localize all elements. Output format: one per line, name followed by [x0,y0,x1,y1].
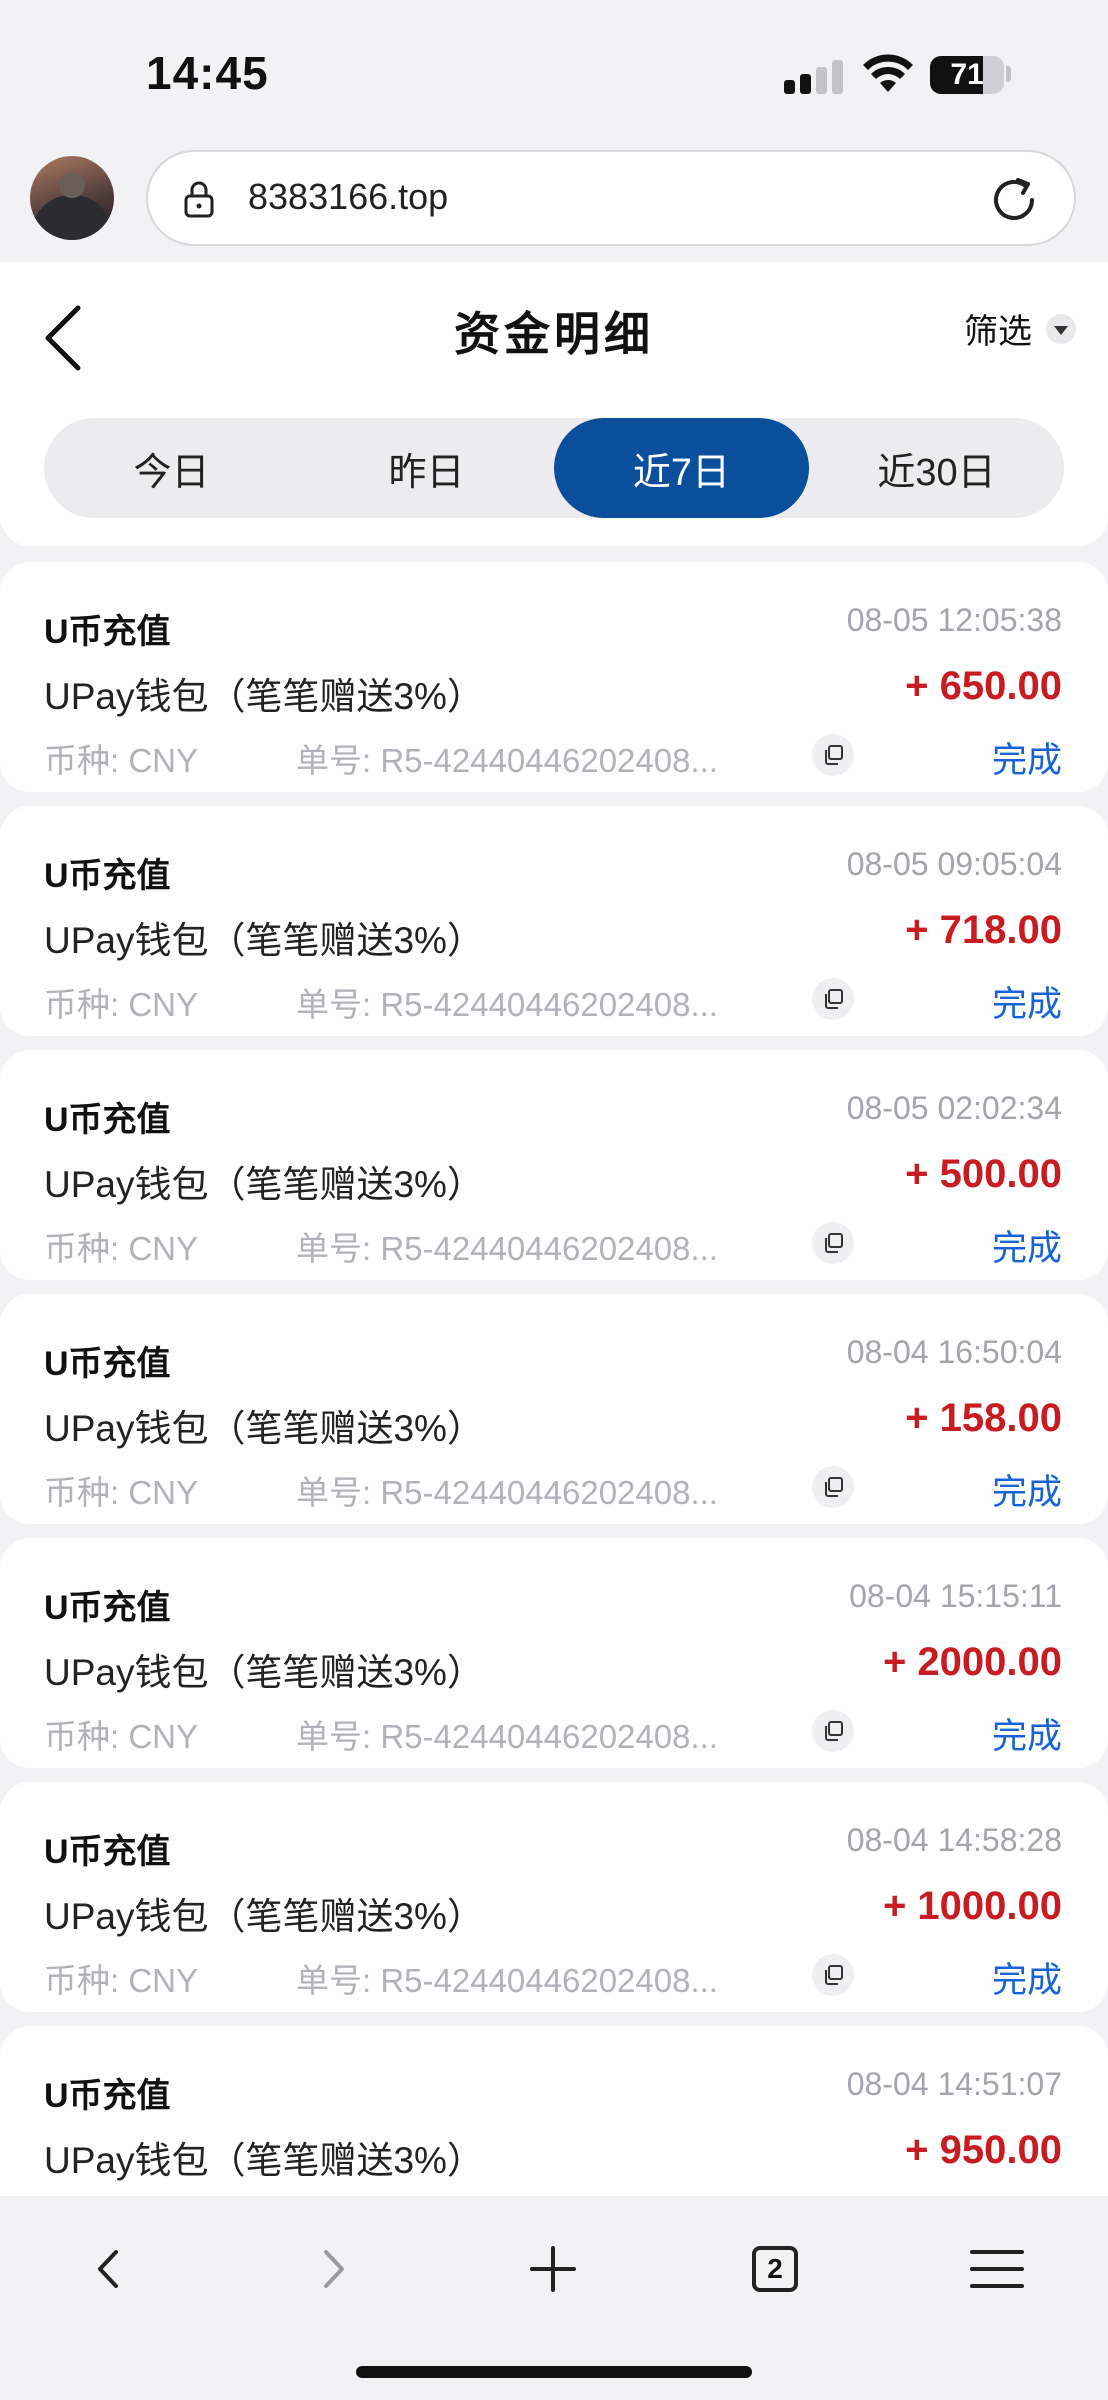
date-range-tabs: 今日 昨日 近7日 近30日 [44,418,1064,518]
tab-count: 2 [767,2253,783,2284]
copy-icon[interactable] [812,1222,854,1264]
record-time: 08-04 16:50:04 [846,1334,1062,1370]
record-time: 08-04 15:15:11 [849,1578,1062,1614]
record-amount: + 158.00 [905,1396,1062,1440]
battery-icon: 71 [930,56,1004,94]
record-currency: 币种: CNY [44,986,199,1023]
status-bar: 14:45 71 [0,0,1108,140]
list-item[interactable]: U币充值 08-05 12:05:38 UPay钱包（笔笔赠送3%） + 650… [0,562,1108,792]
battery-level: 71 [950,58,984,91]
record-order-number: 单号: R5-42440446202408... [296,1718,718,1755]
record-currency: 币种: CNY [44,742,199,779]
list-item[interactable]: U币充值 08-05 02:02:34 UPay钱包（笔笔赠送3%） + 500… [0,1050,1108,1280]
record-method: UPay钱包（笔笔赠送3%） [44,2140,484,2181]
record-title: U币充值 [44,1101,171,1139]
copy-icon[interactable] [812,1710,854,1752]
list-item[interactable]: U币充值 08-04 16:50:04 UPay钱包（笔笔赠送3%） + 158… [0,1294,1108,1524]
record-amount: + 718.00 [905,908,1062,952]
record-method: UPay钱包（笔笔赠送3%） [44,1652,484,1693]
record-title: U币充值 [44,1589,171,1627]
record-title: U币充值 [44,613,171,651]
record-amount: + 650.00 [905,664,1062,708]
browser-forward-icon[interactable] [298,2234,368,2304]
url-text: 8383166.top [248,176,449,217]
copy-icon[interactable] [812,978,854,1020]
tab-last-7-days[interactable]: 近7日 [554,418,809,518]
record-order-number: 单号: R5-42440446202408... [296,986,718,1023]
new-tab-plus-icon[interactable] [518,2234,588,2304]
record-amount: + 2000.00 [882,1640,1062,1684]
menu-icon[interactable] [962,2234,1032,2304]
record-currency: 币种: CNY [44,1474,199,1511]
record-status: 完成 [991,1229,1062,1268]
record-status: 完成 [991,741,1062,780]
record-time: 08-05 12:05:38 [846,602,1062,638]
copy-icon[interactable] [812,734,854,776]
record-currency: 币种: CNY [44,1962,199,1999]
record-title: U币充值 [44,857,171,895]
tab-today[interactable]: 今日 [44,418,299,518]
list-item[interactable]: U币充值 08-05 09:05:04 UPay钱包（笔笔赠送3%） + 718… [0,806,1108,1036]
wifi-icon [863,54,913,92]
page-header: 资金明细 筛选 今日 昨日 近7日 近30日 [0,262,1108,546]
record-title: U币充值 [44,2077,171,2115]
record-method: UPay钱包（笔笔赠送3%） [44,920,484,961]
list-item[interactable]: U币充值 08-04 14:58:28 UPay钱包（笔笔赠送3%） + 100… [0,1782,1108,2012]
record-status: 完成 [991,1717,1062,1756]
record-amount: + 1000.00 [882,1884,1062,1928]
record-title: U币充值 [44,1833,171,1871]
record-status: 完成 [991,985,1062,1024]
record-time: 08-05 02:02:34 [846,1090,1062,1126]
dropdown-arrow-icon [1046,313,1076,344]
record-status: 完成 [991,1961,1062,2000]
copy-icon[interactable] [812,1954,854,1996]
lock-icon [184,181,214,218]
record-currency: 币种: CNY [44,1230,199,1267]
filter-label: 筛选 [964,313,1032,351]
record-amount: + 950.00 [905,2128,1062,2172]
record-method: UPay钱包（笔笔赠送3%） [44,1408,484,1449]
record-time: 08-04 14:58:28 [846,1822,1062,1858]
record-time: 08-05 09:05:04 [846,846,1062,882]
filter-button[interactable]: 筛选 [964,304,1076,353]
record-status: 完成 [991,1473,1062,1512]
list-item[interactable]: U币充值 08-04 15:15:11 UPay钱包（笔笔赠送3%） + 200… [0,1538,1108,1768]
record-amount: + 500.00 [905,1152,1062,1196]
browser-back-icon[interactable] [74,2234,144,2304]
record-order-number: 单号: R5-42440446202408... [296,1230,718,1267]
record-time: 08-04 14:51:07 [846,2066,1062,2102]
record-method: UPay钱包（笔笔赠送3%） [44,1164,484,1205]
cellular-signal-icon [784,58,844,94]
reload-icon[interactable] [988,174,1040,226]
record-order-number: 单号: R5-42440446202408... [296,1474,718,1511]
record-method: UPay钱包（笔笔赠送3%） [44,1896,484,1937]
record-order-number: 单号: R5-42440446202408... [296,1962,718,1999]
record-title: U币充值 [44,1345,171,1383]
home-indicator [356,2366,752,2378]
status-time: 14:45 [146,47,269,99]
tab-last-30-days[interactable]: 近30日 [809,418,1064,518]
record-currency: 币种: CNY [44,1718,199,1755]
copy-icon[interactable] [812,1466,854,1508]
profile-avatar[interactable] [30,156,114,240]
tab-yesterday[interactable]: 昨日 [299,418,554,518]
record-order-number: 单号: R5-42440446202408... [296,742,718,779]
tabs-button[interactable]: 2 [740,2234,810,2304]
address-bar[interactable]: 8383166.top [146,150,1076,246]
record-method: UPay钱包（笔笔赠送3%） [44,676,484,717]
page-title: 资金明细 [454,308,654,360]
